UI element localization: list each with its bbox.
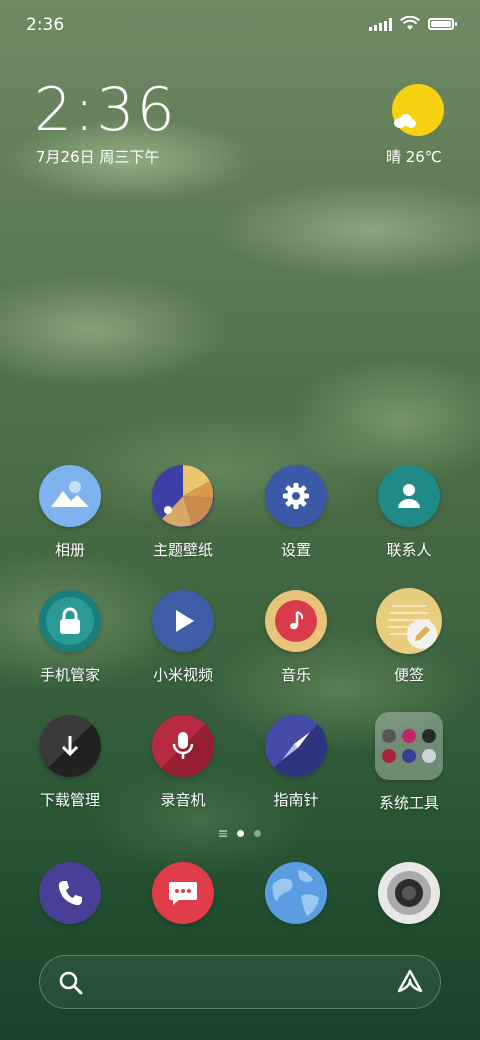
app-security[interactable]: 手机管家	[15, 590, 125, 685]
app-downloads[interactable]: 下载管理	[15, 715, 125, 810]
lock-icon	[39, 590, 101, 652]
app-label: 联系人	[386, 541, 432, 559]
compass-icon	[265, 715, 327, 777]
play-icon	[152, 590, 214, 652]
status-bar: 2:36	[0, 0, 480, 48]
search-icon[interactable]	[58, 970, 84, 996]
app-folder-system-tools[interactable]: 系统工具	[354, 712, 464, 813]
page-indicator[interactable]	[0, 830, 480, 837]
weather-sun-icon[interactable]	[392, 84, 444, 136]
app-label: 录音机	[160, 791, 206, 809]
app-compass[interactable]: 指南针	[241, 715, 351, 810]
app-label: 小米视频	[152, 666, 213, 684]
page-indicator-dot[interactable]	[254, 830, 261, 837]
camera-icon	[378, 862, 440, 924]
dock-phone[interactable]	[15, 862, 125, 924]
messages-icon	[152, 862, 214, 924]
microphone-icon	[152, 715, 214, 777]
app-label: 手机管家	[39, 666, 100, 684]
app-label: 相册	[54, 541, 85, 559]
contacts-icon	[378, 465, 440, 527]
app-label: 系统工具	[378, 794, 439, 812]
download-arrow-icon	[39, 715, 101, 777]
page-indicator-dot-active[interactable]	[237, 830, 244, 837]
app-label: 主题壁纸	[152, 541, 213, 559]
clock-time[interactable]: 2:36	[34, 78, 177, 142]
app-gallery[interactable]: 相册	[15, 465, 125, 560]
battery-icon	[428, 17, 457, 30]
dock-browser[interactable]	[241, 862, 351, 924]
music-note-icon	[265, 590, 327, 652]
app-recorder[interactable]: 录音机	[128, 715, 238, 810]
app-video[interactable]: 小米视频	[128, 590, 238, 685]
app-contacts[interactable]: 联系人	[354, 465, 464, 560]
page-indicator-feed-icon[interactable]	[219, 830, 227, 837]
weather-temp[interactable]: 晴 26℃	[386, 146, 442, 167]
app-notes[interactable]: 便签	[354, 588, 464, 685]
folder-icon	[375, 712, 443, 780]
app-label: 音乐	[280, 666, 311, 684]
gallery-icon	[39, 465, 101, 527]
notes-pencil-icon	[376, 588, 442, 654]
browser-globe-icon	[265, 862, 327, 924]
app-label: 指南针	[273, 791, 319, 809]
phone-icon	[39, 862, 101, 924]
search-bar[interactable]	[39, 955, 441, 1009]
app-label: 便签	[393, 666, 424, 684]
app-themes[interactable]: 主题壁纸	[128, 465, 238, 560]
gear-icon	[265, 465, 327, 527]
dock-camera[interactable]	[354, 862, 464, 924]
dock-messages[interactable]	[128, 862, 238, 924]
app-label: 下载管理	[39, 791, 100, 809]
app-music[interactable]: 音乐	[241, 590, 351, 685]
app-label: 设置	[280, 541, 311, 559]
status-time: 2:36	[26, 15, 65, 35]
wifi-icon	[400, 16, 420, 30]
signal-icon	[369, 17, 392, 31]
themes-icon	[152, 465, 214, 527]
status-icons	[369, 16, 457, 31]
app-settings[interactable]: 设置	[241, 465, 351, 560]
voice-assistant-icon[interactable]	[396, 968, 424, 996]
clock-date[interactable]: 7月26日 周三下午	[36, 146, 159, 167]
weather-cloud-icon	[394, 114, 418, 128]
